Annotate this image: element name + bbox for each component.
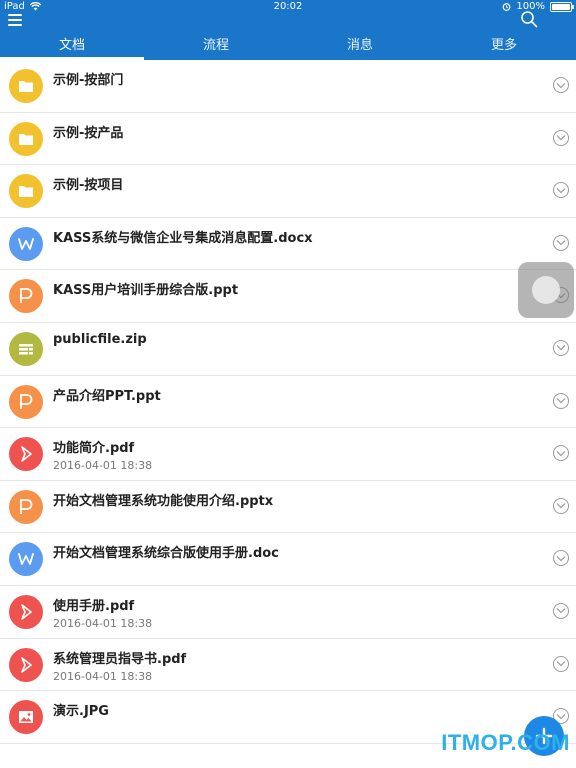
chevron-down-icon — [556, 398, 566, 404]
file-name: publicfile.zip — [53, 331, 147, 347]
menu-bar-2 — [8, 19, 22, 21]
file-row[interactable]: 示例-按产品 — [0, 112, 576, 166]
tab-documents[interactable]: 文档 — [0, 36, 144, 60]
alarm-icon — [503, 3, 511, 11]
file-row[interactable]: 开始文档管理系统功能使用介绍.pptx — [0, 480, 576, 534]
file-row[interactable]: KASS用户培训手册综合版.ppt — [0, 270, 576, 323]
chevron-down-icon — [556, 555, 566, 562]
search-icon — [521, 11, 538, 28]
file-name: 开始文档管理系统综合版使用手册.doc — [53, 546, 279, 562]
folder-icon — [9, 121, 43, 156]
tab-messages[interactable]: 消息 — [288, 36, 432, 60]
file-list: 示例-按部门 示例-按产品 示例-按项目 KASS系统与微信企业号集成消息配置.doc… — [0, 60, 576, 744]
menu-button[interactable] — [6, 12, 26, 28]
file-options-button[interactable] — [553, 655, 569, 672]
tab-bar: 文档 流程 消息 更多 — [0, 36, 576, 60]
file-row[interactable]: 示例-按项目 — [0, 165, 576, 218]
chevron-down-icon — [556, 713, 566, 719]
zip-file-icon — [9, 331, 43, 366]
file-row[interactable]: publicfile.zip — [0, 322, 576, 376]
file-row[interactable]: KASS系统与微信企业号集成消息配置.docx — [0, 217, 576, 271]
app-header: iPad 20:02 100% 文档 流程 消息 更多 — [0, 0, 576, 60]
chevron-down-icon — [556, 661, 566, 667]
file-options-button[interactable] — [553, 550, 569, 567]
file-options-button[interactable] — [553, 497, 569, 514]
file-options-button[interactable] — [553, 129, 569, 146]
chevron-down-icon — [556, 82, 566, 88]
status-time: 20:02 — [273, 1, 303, 12]
file-name: 示例-按部门 — [53, 73, 124, 88]
chevron-down-icon — [556, 240, 566, 246]
file-name: KASS系统与微信企业号集成消息配置.docx — [53, 230, 313, 246]
file-name: 系统管理员指导书.pdf — [53, 651, 187, 667]
file-options-button[interactable] — [553, 339, 569, 356]
word-file-icon — [9, 542, 43, 577]
file-date: 2016-04-01 18:38 — [53, 669, 153, 683]
tab-workflow[interactable]: 流程 — [144, 36, 288, 60]
file-options-button[interactable] — [553, 234, 569, 251]
file-options-button[interactable] — [553, 392, 569, 409]
file-name: 产品介绍PPT.ppt — [53, 388, 161, 404]
assistive-touch-dot — [532, 276, 560, 304]
chevron-down-icon — [556, 187, 566, 194]
menu-bar-1 — [8, 14, 22, 16]
pdf-file-icon — [9, 594, 43, 629]
file-name: 功能简介.pdf — [53, 441, 135, 457]
menu-bar-3 — [8, 24, 22, 26]
file-options-button[interactable] — [553, 77, 569, 93]
file-row[interactable]: 功能简介.pdf 2016-04-01 18:38 — [0, 428, 576, 481]
chevron-down-icon — [556, 345, 566, 351]
word-file-icon — [9, 226, 43, 261]
file-row[interactable]: 系统管理员指导书.pdf 2016-04-01 18:38 — [0, 638, 576, 692]
file-options-button[interactable] — [553, 602, 569, 619]
file-row[interactable]: 使用手册.pdf 2016-04-01 18:38 — [0, 585, 576, 639]
file-date: 2016-04-01 18:38 — [53, 459, 153, 473]
search-button[interactable] — [520, 10, 540, 30]
watermark-text: ITMOP.COM — [441, 730, 570, 755]
battery-icon — [550, 1, 574, 12]
file-options-button[interactable] — [553, 445, 569, 462]
ppt-file-icon — [9, 489, 43, 524]
ppt-file-icon — [9, 279, 43, 314]
tab-more[interactable]: 更多 — [432, 36, 576, 60]
file-date: 2016-04-01 18:38 — [53, 616, 153, 630]
assistive-touch-button[interactable] — [518, 262, 574, 318]
file-row[interactable]: 示例-按部门 — [0, 60, 576, 113]
pdf-file-icon — [9, 437, 43, 472]
file-name: KASS用户培训手册综合版.ppt — [53, 283, 239, 299]
file-options-button[interactable] — [553, 182, 569, 199]
file-name: 开始文档管理系统功能使用介绍.pptx — [53, 493, 274, 509]
image-file-icon — [9, 700, 43, 735]
file-row[interactable]: 开始文档管理系统综合版使用手册.doc — [0, 533, 576, 586]
chevron-down-icon — [556, 450, 566, 457]
file-name: 示例-按产品 — [53, 125, 124, 141]
status-bar: iPad 20:02 100% — [0, 0, 576, 14]
chevron-down-icon — [556, 503, 566, 509]
chevron-down-icon — [556, 608, 566, 614]
ppt-file-icon — [9, 384, 43, 419]
folder-icon — [9, 174, 43, 209]
pdf-file-icon — [9, 647, 43, 682]
file-name: 演示.JPG — [53, 704, 109, 720]
file-name: 使用手册.pdf — [53, 598, 135, 614]
chevron-down-icon — [556, 135, 566, 141]
folder-icon — [9, 69, 43, 103]
file-row[interactable]: 产品介绍PPT.ppt — [0, 375, 576, 429]
file-name: 示例-按项目 — [53, 178, 124, 194]
